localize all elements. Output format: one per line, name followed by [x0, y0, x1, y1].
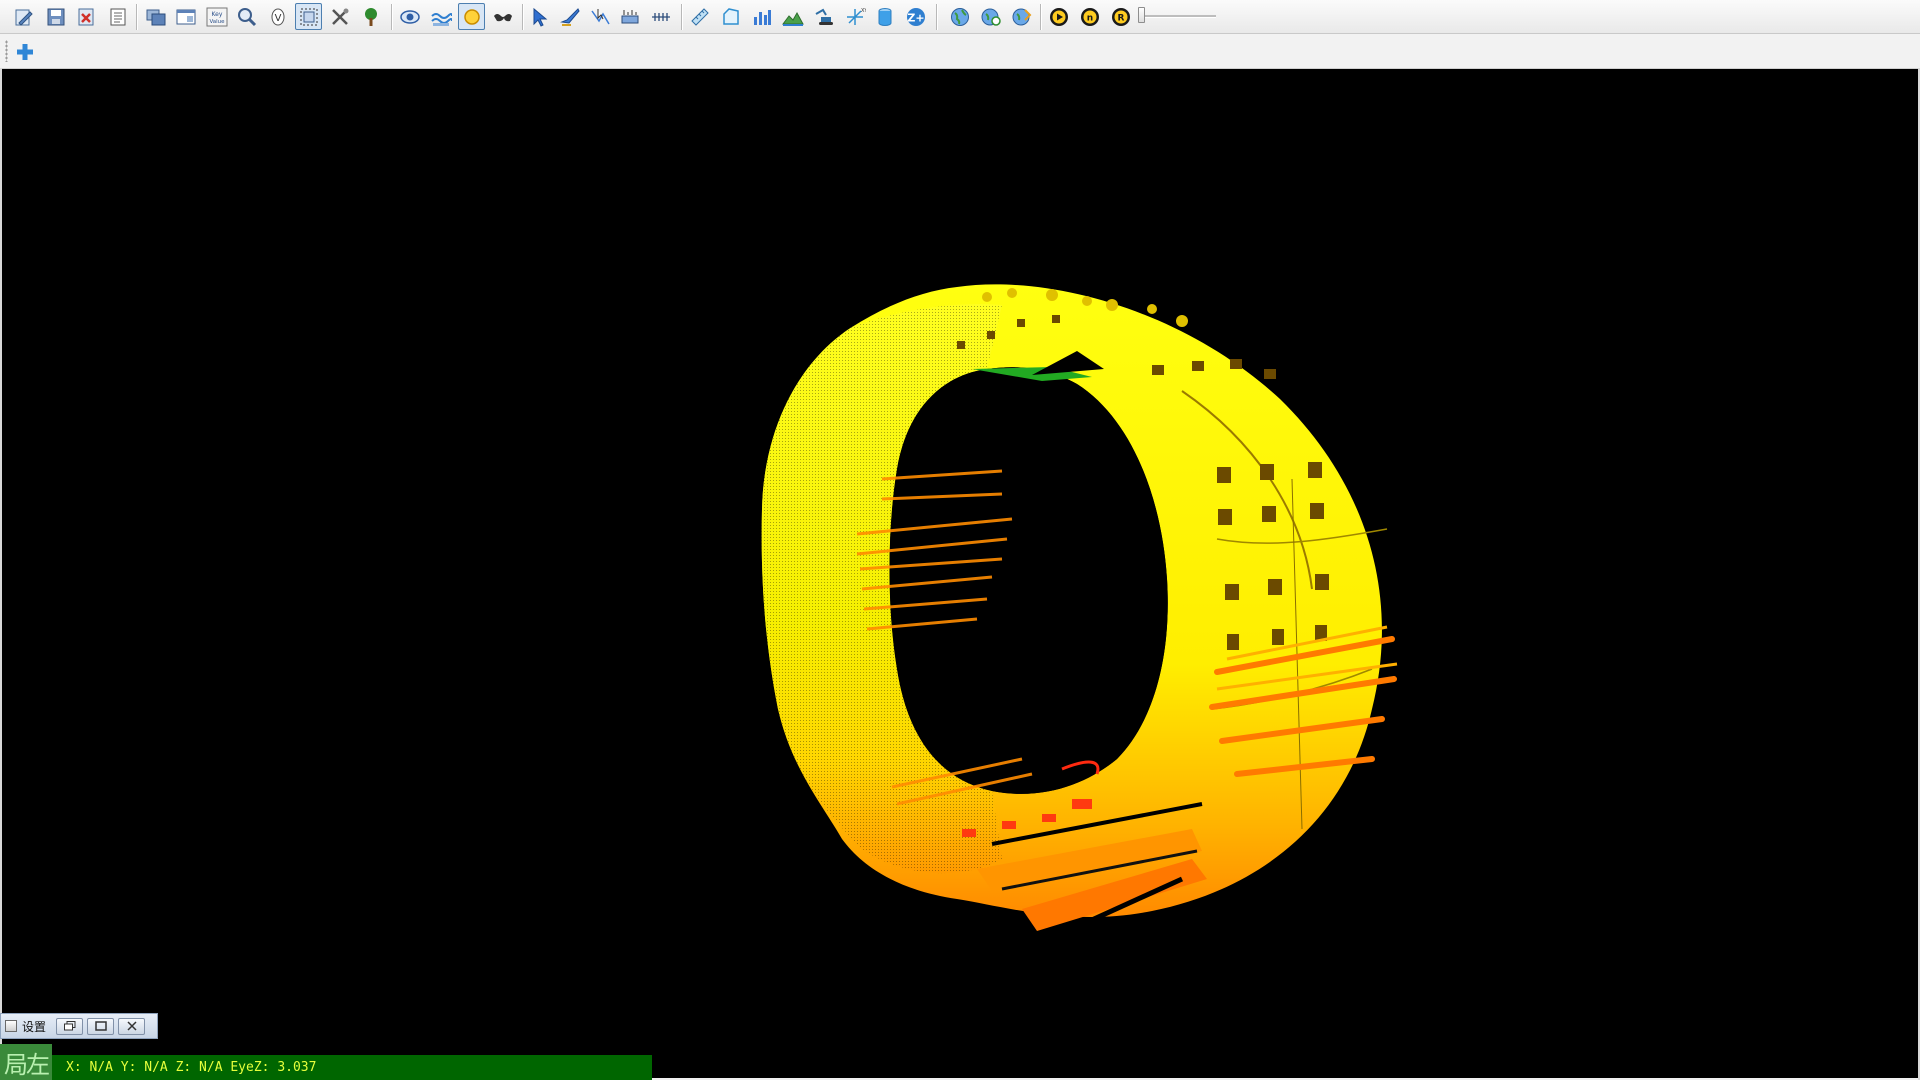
- settings-mini-panel[interactable]: 设置: [0, 1013, 158, 1039]
- add-cross-icon[interactable]: [12, 40, 38, 64]
- tools-icon[interactable]: [326, 3, 353, 30]
- polyline-select-icon[interactable]: [586, 3, 613, 30]
- restore-button[interactable]: [56, 1017, 83, 1035]
- maximize-button[interactable]: [87, 1017, 114, 1035]
- glasses-icon[interactable]: [489, 3, 516, 30]
- window-icon[interactable]: [172, 3, 199, 30]
- tunnel-ring-point-cloud: [761, 284, 1398, 951]
- svg-text:V: V: [274, 13, 281, 24]
- globe-settings-icon[interactable]: [1008, 3, 1035, 30]
- sun-icon[interactable]: [458, 3, 485, 30]
- close-icon: [126, 1021, 137, 1031]
- pointer-arrow-icon[interactable]: [526, 3, 553, 30]
- speed-slider-thumb[interactable]: [1138, 7, 1145, 23]
- globe-icon[interactable]: [946, 3, 973, 30]
- svg-text:R: R: [1117, 13, 1124, 23]
- svg-text:n: n: [1086, 13, 1092, 23]
- zoom-plus-icon[interactable]: Z+: [902, 3, 929, 30]
- ruler-icon[interactable]: [686, 3, 713, 30]
- save-icon[interactable]: [42, 3, 69, 30]
- eye-icon[interactable]: [396, 3, 423, 30]
- secondary-toolbar: [0, 34, 1920, 69]
- key-value-icon[interactable]: Key Value: [203, 3, 230, 30]
- restore-icon: [63, 1021, 75, 1031]
- tree-icon[interactable]: [357, 3, 384, 30]
- media-play-icon[interactable]: [1045, 3, 1072, 30]
- grid-marks-icon[interactable]: [647, 3, 674, 30]
- media-n-icon[interactable]: n: [1076, 3, 1103, 30]
- zoom-search-icon[interactable]: [233, 3, 260, 30]
- status-badge: 局左: [0, 1044, 52, 1080]
- v-mode-icon[interactable]: V: [264, 3, 291, 30]
- bar-chart-icon[interactable]: [748, 3, 775, 30]
- edit-pencil-icon[interactable]: [10, 3, 37, 30]
- xyz-axis-icon[interactable]: XYZ: [841, 3, 868, 30]
- main-toolbar: KeyValue V XYZ Z+: [0, 0, 1920, 34]
- panel-icon: [5, 1020, 17, 1032]
- shape-icon[interactable]: [717, 3, 744, 30]
- svg-text:Z+: Z+: [907, 11, 924, 24]
- water-icon[interactable]: [427, 3, 454, 30]
- svg-text:Key: Key: [211, 11, 222, 18]
- svg-text:XYZ: XYZ: [861, 8, 866, 14]
- maximize-icon: [94, 1021, 107, 1031]
- close-button[interactable]: [118, 1017, 145, 1035]
- media-r-icon[interactable]: R: [1107, 3, 1134, 30]
- point-cloud-viewport[interactable]: [2, 69, 1918, 1078]
- close-file-icon[interactable]: [72, 3, 99, 30]
- settings-label: 设置: [22, 1019, 47, 1034]
- toolbar-grip[interactable]: [5, 40, 8, 62]
- pen-select-icon[interactable]: [556, 3, 583, 30]
- terrain-icon[interactable]: [779, 3, 806, 30]
- svg-text:Value: Value: [209, 19, 225, 25]
- axis-ruler-icon[interactable]: [616, 3, 643, 30]
- layer-stack-icon[interactable]: [142, 3, 169, 30]
- excavator-icon[interactable]: [810, 3, 837, 30]
- cylinder-icon[interactable]: [871, 3, 898, 30]
- select-frame-icon[interactable]: [295, 3, 322, 30]
- globe-refresh-icon[interactable]: [977, 3, 1004, 30]
- document-list-icon[interactable]: [104, 3, 131, 30]
- coordinates-readout: X: N/A Y: N/A Z: N/A EyeZ: 3.037: [52, 1055, 652, 1080]
- speed-slider-track[interactable]: [1142, 15, 1216, 18]
